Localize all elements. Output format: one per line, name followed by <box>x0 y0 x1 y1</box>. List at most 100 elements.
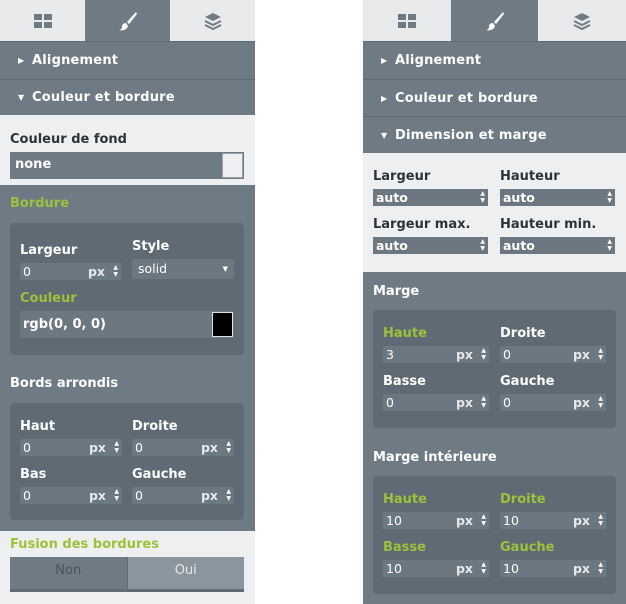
padding-left-input[interactable]: 10 px ▲ ▼ <box>500 560 606 577</box>
tab-style[interactable] <box>85 0 170 41</box>
margin-top-input[interactable]: 3 px ▲ ▼ <box>383 346 489 363</box>
border-width-label: Largeur <box>20 243 78 258</box>
stepper-icon[interactable]: ▲ ▼ <box>114 488 119 502</box>
accordion-label: Dimension et marge <box>395 127 547 143</box>
border-color-field[interactable]: rgb(0, 0, 0) <box>20 311 234 338</box>
tab-style[interactable] <box>450 0 539 41</box>
stepper-icon[interactable]: ▲ ▼ <box>226 488 231 502</box>
unit-label: px <box>88 440 106 455</box>
caret-right-icon: ▶ <box>18 56 25 65</box>
border-color-swatch[interactable] <box>212 312 233 337</box>
tab-layout[interactable] <box>0 0 85 41</box>
unit-label: px <box>200 488 218 503</box>
stepper-icon[interactable]: ▲ ▼ <box>598 561 603 575</box>
stepper-icon[interactable]: ▲ ▼ <box>226 440 231 454</box>
margin-right-input[interactable]: 0 px ▲ ▼ <box>500 346 606 363</box>
accordion-dimension-marge[interactable]: ▼ Dimension et marge <box>363 116 626 153</box>
border-style-label: Style <box>132 239 170 254</box>
margin-top-label: Haute <box>383 326 427 341</box>
collapse-yes-button[interactable]: Oui <box>126 557 244 589</box>
background-color-label: Couleur de fond <box>10 132 127 147</box>
collapse-no-button[interactable]: Non <box>10 557 127 589</box>
brush-icon <box>485 11 504 30</box>
stepper-icon[interactable]: ▲ ▼ <box>607 238 612 252</box>
border-collapse-title: Fusion des bordures <box>10 537 159 552</box>
width-input[interactable]: auto ▲ ▼ <box>373 189 488 206</box>
height-value: auto <box>503 190 535 205</box>
margin-bottom-label: Basse <box>383 374 426 389</box>
unit-label: px <box>572 347 590 362</box>
max-width-value: auto <box>376 238 408 253</box>
layers-icon <box>573 12 591 30</box>
radius-top-input[interactable]: 0 px ▲ ▼ <box>20 439 122 456</box>
color-swatch[interactable] <box>222 153 243 178</box>
accordion-couleur-bordure[interactable]: ▶ Couleur et bordure <box>363 79 626 116</box>
unit-label: px <box>572 395 590 410</box>
stepper-icon[interactable]: ▲ ▼ <box>480 238 485 252</box>
accordion-alignement[interactable]: ▶ Alignement <box>363 41 626 79</box>
stepper-icon[interactable]: ▲ ▼ <box>481 395 486 409</box>
accordion-label: Alignement <box>395 53 482 68</box>
border-card: Largeur 0 px ▲ ▼ Style solid ▼ Couleur rg… <box>10 223 244 355</box>
padding-left-value: 10 <box>503 561 519 576</box>
stepper-icon[interactable]: ▲ ▼ <box>481 513 486 527</box>
height-label: Hauteur <box>500 169 560 184</box>
margin-bottom-input[interactable]: 0 px ▲ ▼ <box>383 394 489 411</box>
padding-right-input[interactable]: 10 px ▲ ▼ <box>500 512 606 529</box>
unit-label: px <box>455 561 473 576</box>
stepper-icon[interactable]: ▲ ▼ <box>607 190 612 204</box>
accordion-alignement[interactable]: ▶ Alignement <box>0 41 255 79</box>
stepper-icon[interactable]: ▲ ▼ <box>598 347 603 361</box>
radius-bottom-input[interactable]: 0 px ▲ ▼ <box>20 487 122 504</box>
padding-card: Haute 10 px ▲ ▼ Droite 10 px ▲ ▼ Basse 10 … <box>373 476 616 594</box>
stepper-icon[interactable]: ▲ ▼ <box>113 264 118 278</box>
stepper-icon[interactable]: ▲ ▼ <box>481 347 486 361</box>
padding-top-input[interactable]: 10 px ▲ ▼ <box>383 512 489 529</box>
unit-label: px <box>200 440 218 455</box>
radius-top-value: 0 <box>23 440 31 455</box>
margin-left-label: Gauche <box>500 374 555 389</box>
radius-left-value: 0 <box>135 488 143 503</box>
radius-right-input[interactable]: 0 px ▲ ▼ <box>132 439 234 456</box>
chevron-down-icon: ▼ <box>222 265 228 273</box>
border-radius-title: Bords arrondis <box>10 376 119 391</box>
border-width-input[interactable]: 0 px ▲ ▼ <box>20 263 121 280</box>
max-width-label: Largeur max. <box>373 217 471 232</box>
grid-icon <box>397 13 416 28</box>
accordion-label: Couleur et bordure <box>395 90 538 106</box>
padding-bottom-input[interactable]: 10 px ▲ ▼ <box>383 560 489 577</box>
width-label: Largeur <box>373 169 431 184</box>
padding-bottom-value: 10 <box>386 561 402 576</box>
stepper-icon[interactable]: ▲ ▼ <box>481 561 486 575</box>
stepper-icon[interactable]: ▲ ▼ <box>480 190 485 204</box>
background-color-field[interactable]: none <box>10 152 244 179</box>
tab-layers[interactable] <box>538 0 626 41</box>
stepper-icon[interactable]: ▲ ▼ <box>114 440 119 454</box>
margin-title: Marge <box>373 284 420 299</box>
panel-tabs <box>363 0 626 41</box>
radius-left-input[interactable]: 0 px ▲ ▼ <box>132 487 234 504</box>
unit-label: px <box>455 395 473 410</box>
tab-layout[interactable] <box>363 0 451 41</box>
brush-icon <box>118 11 137 30</box>
border-radius-card: Haut 0 px ▲ ▼ Droite 0 px ▲ ▼ Bas 0 px ▲ ▼ … <box>10 403 244 520</box>
margin-left-input[interactable]: 0 px ▲ ▼ <box>500 394 606 411</box>
max-width-input[interactable]: auto ▲ ▼ <box>373 237 488 254</box>
min-height-input[interactable]: auto ▲ ▼ <box>500 237 615 254</box>
min-height-label: Hauteur min. <box>500 217 597 232</box>
unit-label: px <box>87 264 105 279</box>
padding-right-label: Droite <box>500 492 546 507</box>
stepper-icon[interactable]: ▲ ▼ <box>598 395 603 409</box>
padding-left-label: Gauche <box>500 540 555 555</box>
height-input[interactable]: auto ▲ ▼ <box>500 189 615 206</box>
accordion-couleur-bordure[interactable]: ▼ Couleur et bordure <box>0 79 255 115</box>
border-style-select[interactable]: solid ▼ <box>132 259 234 279</box>
grid-icon <box>33 13 52 28</box>
stepper-icon[interactable]: ▲ ▼ <box>598 513 603 527</box>
dimension-section: Largeur auto ▲ ▼ Hauteur auto ▲ ▼ Largeur … <box>363 153 626 272</box>
tab-layers[interactable] <box>170 0 255 41</box>
border-title: Bordure <box>10 196 70 211</box>
accordion-label: Alignement <box>32 53 119 68</box>
margin-right-value: 0 <box>503 347 511 362</box>
background-color-value: none <box>15 157 52 172</box>
